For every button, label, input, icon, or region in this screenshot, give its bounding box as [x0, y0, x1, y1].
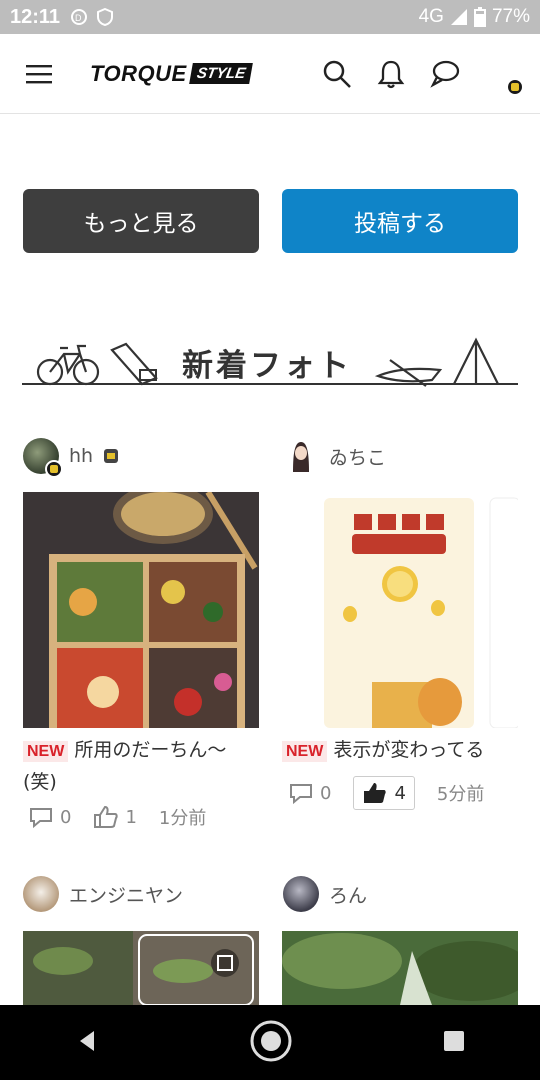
rank-badge-icon — [506, 77, 524, 96]
brand-logo[interactable]: TORQUE STYLE — [90, 60, 253, 88]
comment-count[interactable]: 0 — [288, 781, 331, 805]
svg-text:D: D — [75, 13, 82, 23]
avatar — [23, 438, 63, 478]
post-photo[interactable] — [282, 492, 518, 728]
comment-count[interactable]: 0 — [28, 805, 71, 829]
post-meta: 0 1 1分前 — [28, 804, 228, 830]
post-user-name: ろん — [329, 884, 368, 907]
post-time: 1分前 — [158, 808, 207, 829]
post-user[interactable]: エンジニヤン — [23, 876, 183, 912]
status-bar: 12:11 D 4G 77% — [0, 0, 540, 34]
shield-icon — [97, 8, 114, 26]
post-meta: 0 4 5分前 — [288, 776, 506, 810]
app-header: TORQUE STYLE — [0, 34, 540, 114]
post-user[interactable]: ろん — [283, 876, 367, 912]
new-badge: NEW — [282, 741, 328, 762]
home-icon[interactable] — [249, 1019, 293, 1067]
post-user[interactable]: ゐちこ — [283, 438, 386, 474]
comment-icon — [290, 784, 312, 805]
avatar — [23, 876, 59, 912]
post-caption[interactable]: NEW 所用のだーちん〜(笑) — [23, 735, 259, 797]
see-more-button[interactable]: もっと見る — [23, 189, 259, 253]
user-avatar[interactable] — [482, 56, 524, 96]
recents-icon[interactable] — [442, 1029, 466, 1057]
rank-badge-icon — [104, 449, 119, 463]
menu-icon[interactable] — [22, 57, 56, 91]
like-count[interactable]: 4 — [353, 776, 415, 810]
sync-icon: D — [71, 9, 88, 25]
chat-icon[interactable] — [428, 57, 462, 91]
post-caption-text: 表示が変わってる — [333, 739, 485, 761]
comment-icon — [30, 808, 52, 829]
avatar — [283, 876, 319, 912]
gallery-icon — [211, 949, 239, 977]
signal-icon — [450, 9, 467, 25]
battery-percent: 77% — [491, 6, 530, 27]
search-icon[interactable] — [320, 57, 354, 91]
thumbs-up-icon — [94, 805, 119, 828]
section-header: 新着フォト — [22, 330, 518, 390]
post-time: 5分前 — [436, 784, 485, 805]
post-user-name: エンジニヤン — [69, 884, 184, 907]
post-user-name: ゐちこ — [329, 446, 387, 469]
section-title: 新着フォト — [182, 348, 352, 384]
rank-badge-icon — [45, 460, 63, 478]
post-button[interactable]: 投稿する — [282, 189, 518, 253]
thumbs-up-icon — [364, 783, 387, 803]
status-time: 12:11 — [10, 5, 61, 28]
new-badge: NEW — [23, 741, 69, 762]
system-nav-bar — [0, 1005, 540, 1080]
network-label: 4G — [418, 6, 444, 27]
like-count[interactable]: 1 — [93, 805, 137, 829]
avatar — [283, 438, 319, 474]
bell-icon[interactable] — [374, 57, 408, 91]
post-caption[interactable]: NEW 表示が変わってる — [282, 735, 518, 767]
post-photo[interactable] — [23, 931, 259, 1005]
post-photo[interactable] — [23, 492, 259, 728]
battery-icon — [473, 7, 486, 27]
post-user-name: hh — [69, 445, 94, 467]
post-user[interactable]: hh — [23, 438, 119, 478]
post-photo[interactable] — [282, 931, 518, 1005]
back-icon[interactable] — [74, 1028, 100, 1058]
